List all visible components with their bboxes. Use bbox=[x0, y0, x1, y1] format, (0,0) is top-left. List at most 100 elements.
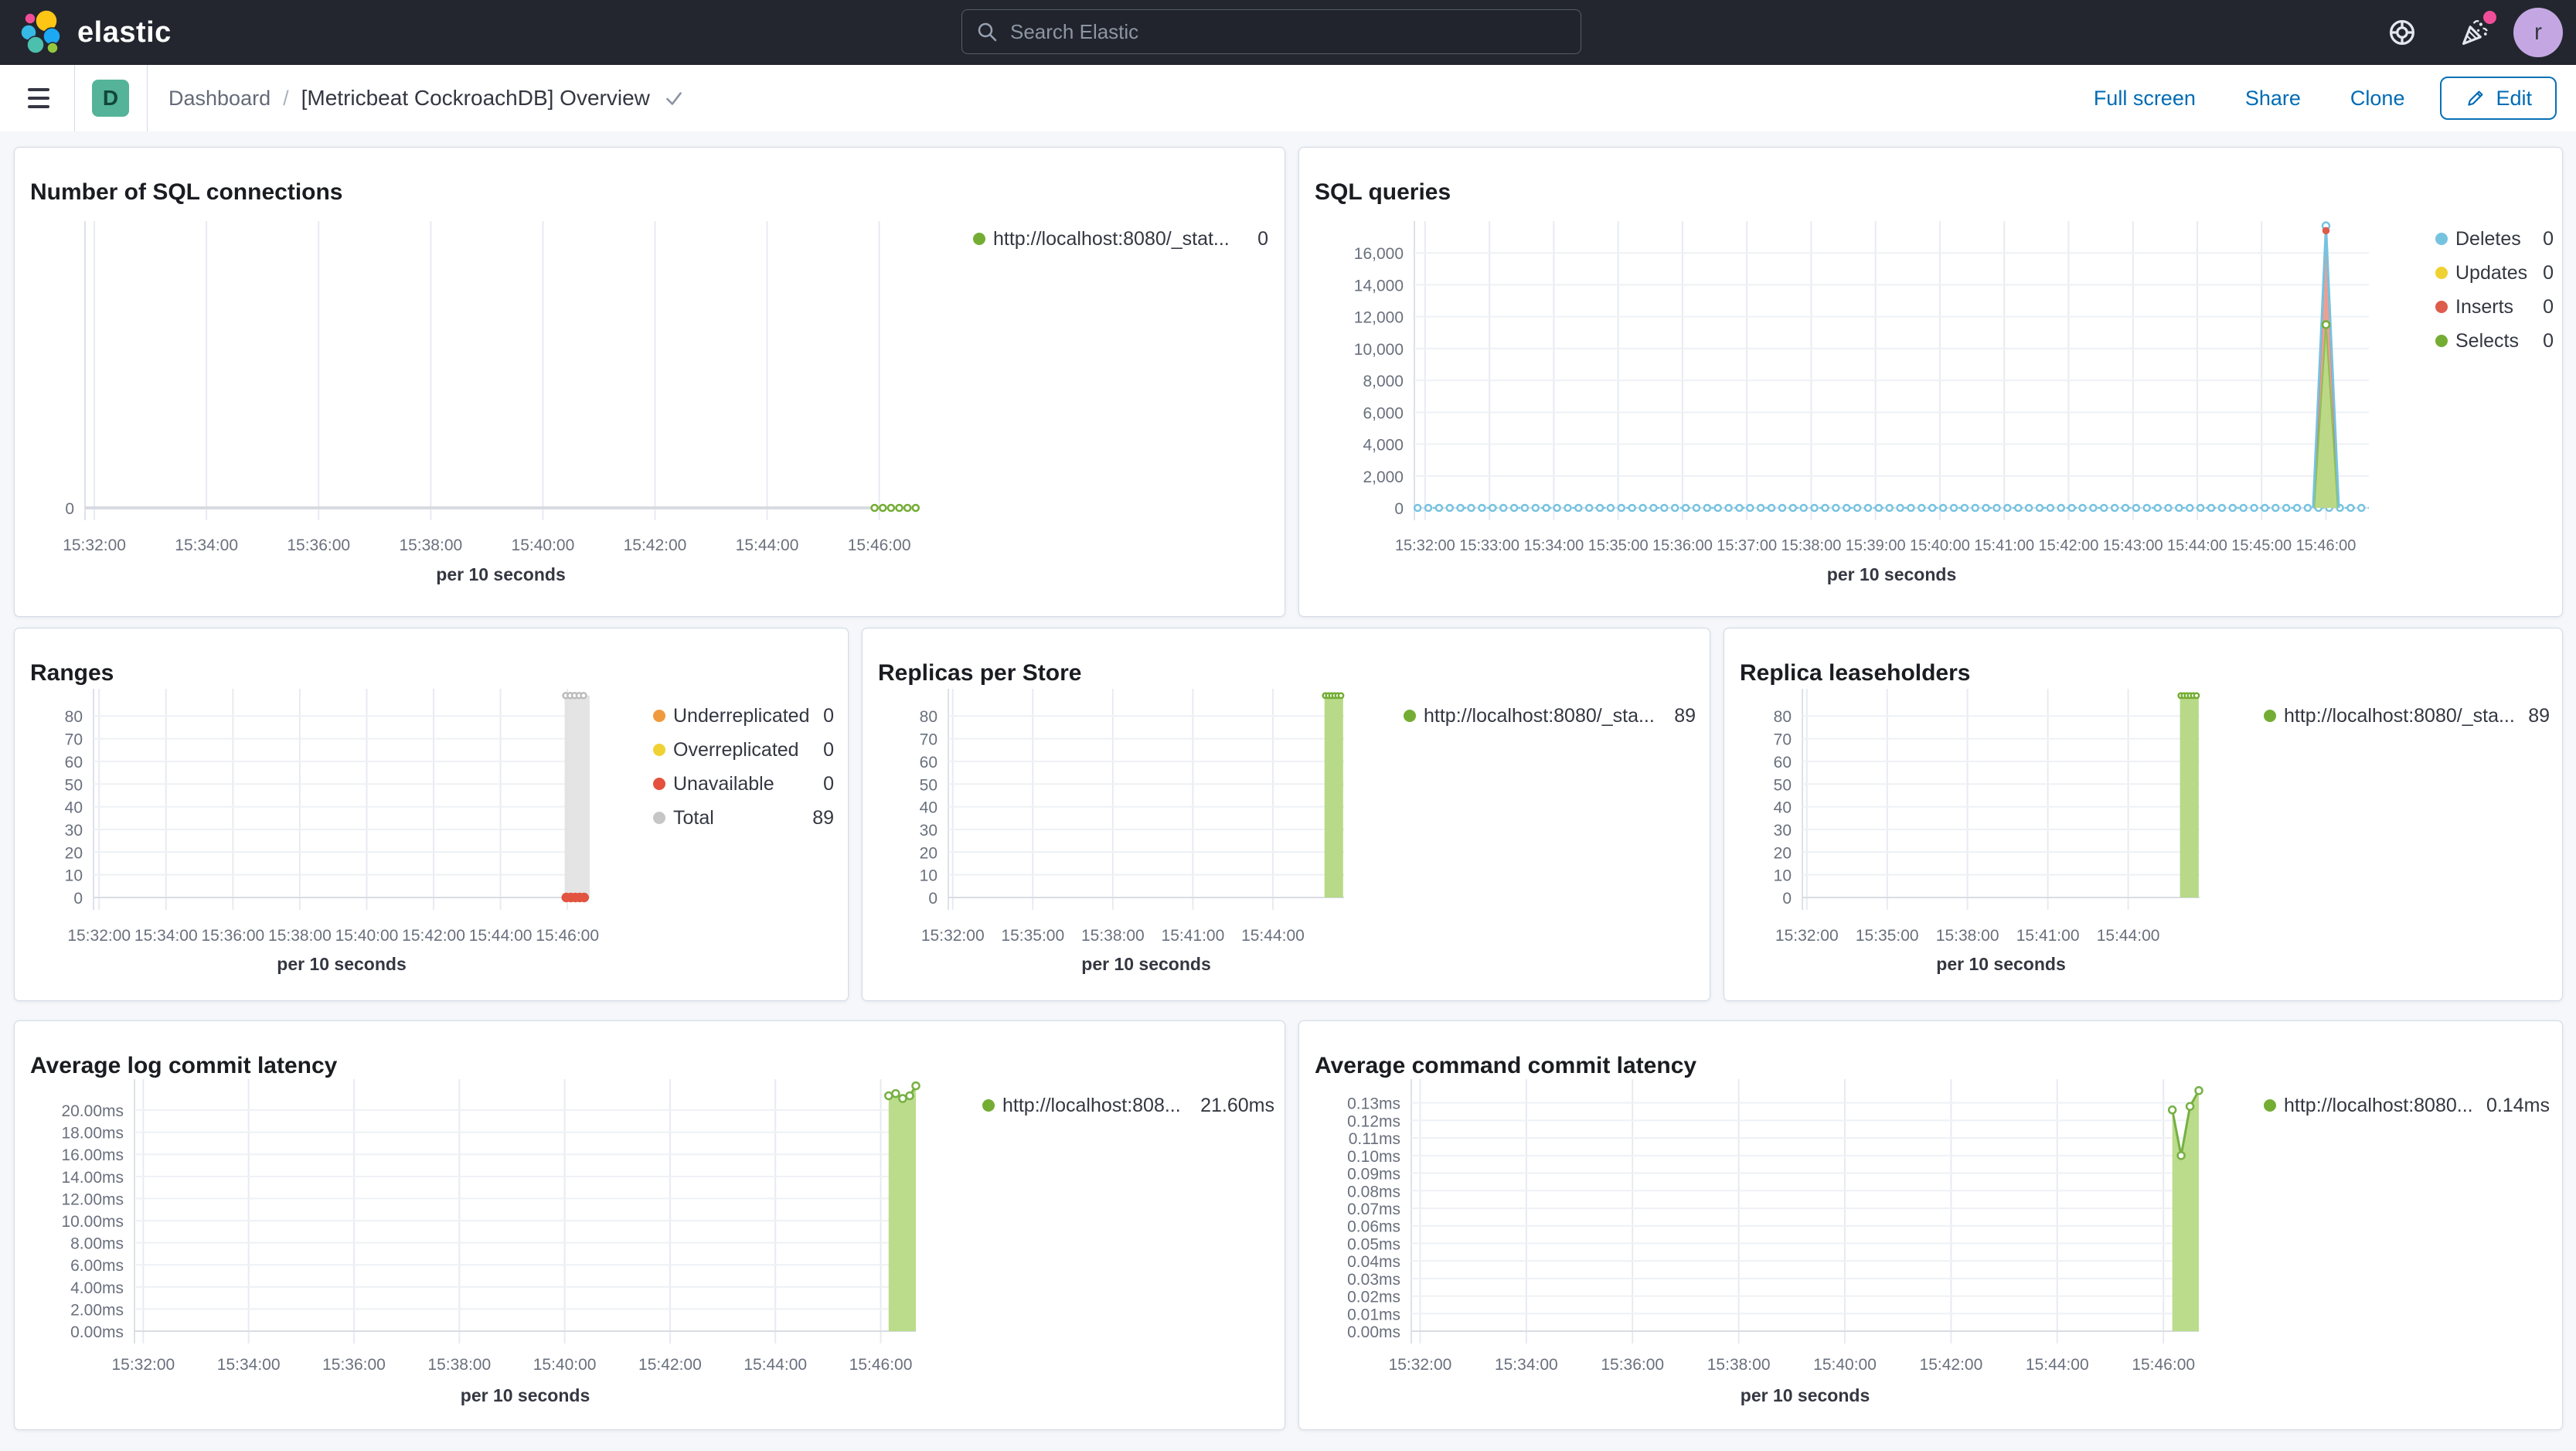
check-icon bbox=[666, 92, 682, 105]
dashboard-app-icon[interactable]: D bbox=[92, 80, 129, 117]
chart-canvas[interactable]: 0 2,000 4,000 6,000 8,000 10,000 12,000 14,000 1… bbox=[1299, 148, 2564, 618]
svg-text:16.00ms: 16.00ms bbox=[61, 1146, 124, 1164]
svg-text:80: 80 bbox=[920, 708, 938, 726]
user-avatar[interactable]: r bbox=[2513, 8, 2563, 57]
legend-item[interactable]: Inserts 0 bbox=[2435, 290, 2554, 324]
svg-text:10: 10 bbox=[1774, 867, 1792, 885]
svg-text:15:40:00: 15:40:00 bbox=[512, 536, 575, 554]
help-button[interactable] bbox=[2384, 14, 2421, 51]
panel-average-log-commit-latency: Average log commit latency 0.00ms 2.00ms 4… bbox=[14, 1020, 1285, 1430]
chart-canvas[interactable]: 0.00ms 2.00ms 4.00ms 6.00ms 8.00ms 10.00ms 12.… bbox=[15, 1021, 1286, 1431]
svg-text:50: 50 bbox=[65, 776, 83, 794]
global-search[interactable] bbox=[961, 9, 1581, 54]
svg-text:15:46:00: 15:46:00 bbox=[849, 1356, 913, 1374]
legend-label: Deletes bbox=[2455, 227, 2521, 250]
svg-text:15:42:00: 15:42:00 bbox=[624, 536, 687, 554]
svg-text:20.00ms: 20.00ms bbox=[61, 1102, 124, 1120]
legend-value: 0 bbox=[2543, 261, 2554, 284]
svg-text:15:42:00: 15:42:00 bbox=[2039, 537, 2099, 554]
svg-text:0.12ms: 0.12ms bbox=[1347, 1112, 1400, 1130]
svg-text:0.08ms: 0.08ms bbox=[1347, 1183, 1400, 1201]
series-color-dot bbox=[653, 778, 665, 790]
series-color-dot bbox=[653, 744, 665, 756]
legend-item[interactable]: Underreplicated 0 bbox=[653, 699, 834, 733]
edit-button-label: Edit bbox=[2496, 86, 2532, 110]
svg-text:18.00ms: 18.00ms bbox=[61, 1125, 124, 1143]
svg-text:60: 60 bbox=[1774, 754, 1792, 771]
svg-text:60: 60 bbox=[65, 754, 83, 771]
svg-text:50: 50 bbox=[1774, 776, 1792, 794]
svg-text:15:39:00: 15:39:00 bbox=[1846, 537, 1906, 554]
chart-canvas[interactable]: 0 15:32:00 15:34:00 15:36:00 15:38:00 15:40:0… bbox=[15, 148, 1286, 618]
svg-text:15:34:00: 15:34:00 bbox=[1523, 537, 1584, 554]
svg-text:15:44:00: 15:44:00 bbox=[744, 1356, 807, 1374]
svg-text:2,000: 2,000 bbox=[1363, 468, 1404, 486]
share-button[interactable]: Share bbox=[2245, 87, 2301, 111]
svg-text:70: 70 bbox=[1774, 731, 1792, 749]
svg-text:15:36:00: 15:36:00 bbox=[201, 927, 264, 945]
legend-label: Unavailable bbox=[673, 772, 774, 795]
edit-button[interactable]: Edit bbox=[2440, 77, 2557, 120]
series-color-dot bbox=[2264, 710, 2276, 722]
svg-text:20: 20 bbox=[1774, 844, 1792, 862]
legend-label: Inserts bbox=[2455, 295, 2514, 318]
legend-label: Underreplicated bbox=[673, 704, 810, 727]
legend-value: 89 bbox=[812, 806, 834, 829]
legend-item[interactable]: Overreplicated 0 bbox=[653, 733, 834, 767]
legend-label: Total bbox=[673, 806, 714, 829]
svg-text:30: 30 bbox=[1774, 822, 1792, 840]
news-feed-button[interactable] bbox=[2456, 11, 2496, 51]
svg-text:30: 30 bbox=[65, 822, 83, 840]
legend-item[interactable]: http://localhost:808... 21.60ms bbox=[982, 1088, 1274, 1122]
series-color-dot bbox=[653, 812, 665, 824]
svg-text:15:46:00: 15:46:00 bbox=[536, 927, 599, 945]
full-screen-button[interactable]: Full screen bbox=[2094, 87, 2196, 111]
elastic-logo[interactable]: elastic bbox=[20, 9, 172, 56]
series-color-dot bbox=[2435, 335, 2448, 347]
global-header: elastic Search Elastic r bbox=[0, 0, 2576, 65]
svg-text:15:32:00: 15:32:00 bbox=[111, 1356, 175, 1374]
svg-text:15:32:00: 15:32:00 bbox=[67, 927, 131, 945]
chart-canvas[interactable]: 0 10 20 30 40 50 60 70 80 15:32:00 15:35:00 15:38:0… bbox=[1724, 628, 2564, 1002]
svg-text:8.00ms: 8.00ms bbox=[70, 1235, 124, 1253]
svg-text:15:32:00: 15:32:00 bbox=[63, 536, 126, 554]
legend-item[interactable]: Deletes 0 bbox=[2435, 222, 2554, 256]
breadcrumb: Dashboard / [Metricbeat CockroachDB] Ove… bbox=[168, 65, 686, 131]
menu-button[interactable] bbox=[22, 83, 56, 114]
pencil-icon bbox=[2468, 90, 2483, 106]
legend-item[interactable]: Selects 0 bbox=[2435, 324, 2554, 358]
svg-text:0.11ms: 0.11ms bbox=[1349, 1130, 1400, 1148]
legend-item[interactable]: http://localhost:8080... 0.14ms bbox=[2264, 1088, 2550, 1122]
svg-text:15:34:00: 15:34:00 bbox=[1495, 1356, 1558, 1374]
svg-text:50: 50 bbox=[920, 776, 938, 794]
legend-item[interactable]: http://localhost:8080/_stat... 0 bbox=[973, 222, 1268, 256]
legend-item[interactable]: Updates 0 bbox=[2435, 256, 2554, 290]
svg-text:4,000: 4,000 bbox=[1363, 437, 1404, 455]
svg-text:per 10 seconds: per 10 seconds bbox=[277, 954, 406, 974]
elastic-logo-icon bbox=[20, 10, 61, 54]
svg-text:15:46:00: 15:46:00 bbox=[2296, 537, 2357, 554]
clone-button[interactable]: Clone bbox=[2350, 87, 2405, 111]
svg-text:0: 0 bbox=[1394, 500, 1404, 518]
legend-item[interactable]: Total 89 bbox=[653, 801, 834, 835]
chart-legend: http://localhost:8080/_sta... 89 bbox=[2264, 699, 2550, 733]
legend-label: http://localhost:8080/_sta... bbox=[1424, 704, 1655, 727]
svg-text:15:44:00: 15:44:00 bbox=[469, 927, 533, 945]
search-input[interactable] bbox=[1009, 19, 1567, 45]
svg-text:0.06ms: 0.06ms bbox=[1347, 1218, 1400, 1236]
svg-text:15:35:00: 15:35:00 bbox=[1588, 537, 1649, 554]
breadcrumb-dashboard-link[interactable]: Dashboard bbox=[168, 87, 271, 111]
avatar-initial: r bbox=[2534, 19, 2542, 45]
svg-text:15:38:00: 15:38:00 bbox=[1936, 927, 1999, 945]
svg-text:15:38:00: 15:38:00 bbox=[399, 536, 462, 554]
legend-item[interactable]: http://localhost:8080/_sta... 89 bbox=[2264, 699, 2550, 733]
svg-text:15:44:00: 15:44:00 bbox=[2167, 537, 2227, 554]
svg-text:15:46:00: 15:46:00 bbox=[2132, 1356, 2195, 1374]
svg-text:70: 70 bbox=[65, 731, 83, 749]
legend-item[interactable]: http://localhost:8080/_sta... 89 bbox=[1404, 699, 1696, 733]
legend-value: 0 bbox=[2543, 329, 2554, 352]
chart-canvas[interactable]: 0 10 20 30 40 50 60 70 80 15:32:00 15:35:00 15:38:0… bbox=[863, 628, 1711, 1002]
legend-item[interactable]: Unavailable 0 bbox=[653, 767, 834, 801]
svg-text:0.07ms: 0.07ms bbox=[1347, 1201, 1400, 1218]
chart-canvas[interactable]: 0.00ms0.01ms0.02ms0.03ms0.04ms0.05ms0.06… bbox=[1299, 1021, 2564, 1431]
